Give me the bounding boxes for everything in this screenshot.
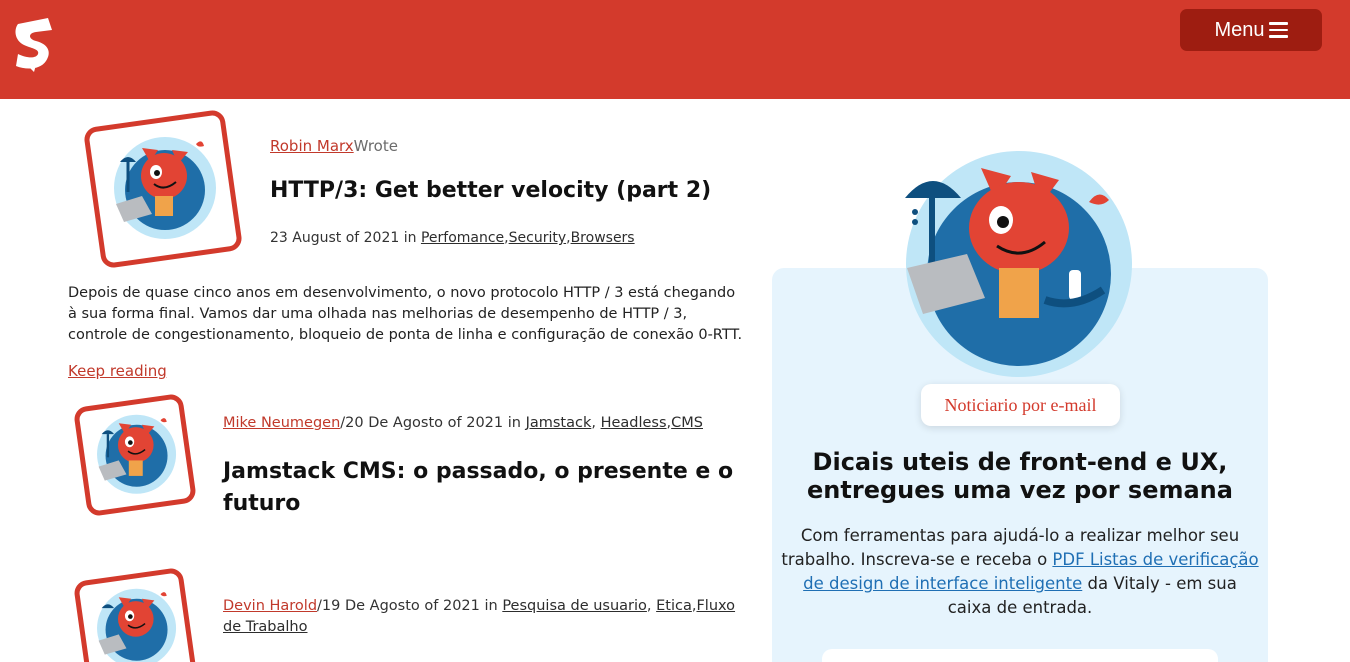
keep-reading-link[interactable]: Keep reading — [68, 362, 167, 380]
author-link[interactable]: Mike Neumegen — [223, 415, 340, 431]
email-field[interactable] — [822, 649, 1218, 662]
tag-link[interactable]: CMS — [671, 415, 703, 431]
article-meta: Devin Harold/19 De Agosto of 2021 in Pes… — [223, 598, 736, 635]
article-meta: Mike Neumegen/20 De Agosto of 2021 in Ja… — [223, 415, 703, 431]
article-date-line: 23 August of 2021 in Perfomance,Security… — [270, 230, 635, 246]
tag-link[interactable]: Jamstack — [526, 415, 592, 431]
logo-icon[interactable] — [12, 16, 56, 72]
in-label: in — [403, 230, 417, 246]
newsletter-cat-illustration — [903, 150, 1135, 380]
article-excerpt: Depois de quase cinco anos em desenvolvi… — [68, 285, 743, 343]
tag-link[interactable]: Browsers — [571, 230, 635, 246]
article-date: /20 De Agosto of 2021 in — [340, 415, 521, 431]
article-title[interactable]: Jamstack CMS: o passado, o presente e o … — [223, 456, 743, 520]
article-meta: Robin MarxWrote — [270, 137, 398, 155]
tag-link[interactable]: Etica — [656, 598, 692, 614]
menu-label: Menu — [1214, 18, 1265, 41]
article-date: 23 August of 2021 — [270, 230, 400, 246]
author-link[interactable]: Robin Marx — [270, 137, 354, 155]
tag-link[interactable]: Pesquisa de usuario — [502, 598, 647, 614]
newsletter-description: Com ferramentas para ajudá-lo a realizar… — [780, 524, 1260, 620]
article-title[interactable]: HTTP/3: Get better velocity (part 2) — [270, 178, 711, 203]
tag-link[interactable]: Perfomance — [421, 230, 504, 246]
author-avatar-icon[interactable] — [72, 566, 198, 662]
tag-link[interactable]: Security — [509, 230, 567, 246]
wrote-label: Wrote — [353, 137, 398, 155]
author-avatar-icon[interactable] — [82, 108, 244, 270]
menu-button[interactable]: Menu — [1180, 9, 1322, 51]
author-avatar-icon[interactable] — [72, 392, 198, 518]
author-link[interactable]: Devin Harold — [223, 598, 317, 614]
hamburger-icon — [1268, 22, 1288, 38]
article-date: /19 De Agosto of 2021 in — [317, 598, 498, 614]
site-header: Menu — [0, 0, 1350, 99]
tag-link[interactable]: Headless — [601, 415, 667, 431]
newsletter-title: Dicais uteis de front-end e UX, entregue… — [807, 448, 1233, 504]
newsletter-badge: Noticiario por e-mail — [921, 384, 1120, 426]
